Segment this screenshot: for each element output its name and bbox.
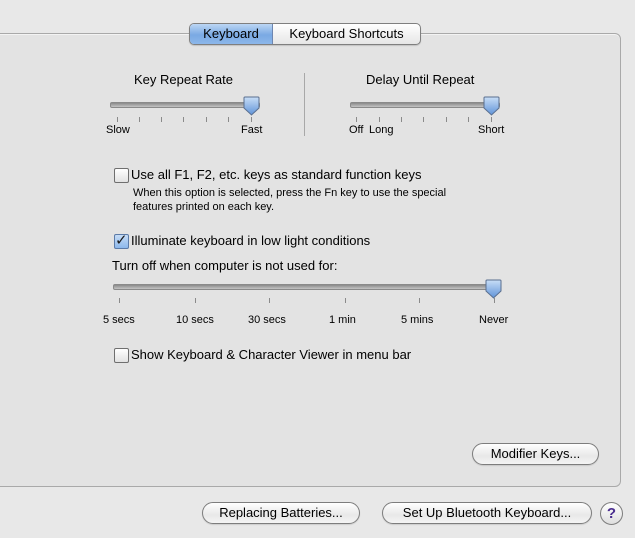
delay-repeat-tick bbox=[423, 117, 424, 122]
delay-repeat-tick bbox=[468, 117, 469, 122]
illuminate-checkbox[interactable]: ✓ bbox=[114, 232, 129, 249]
checkmark-icon: ✓ bbox=[115, 232, 128, 249]
key-repeat-rate-title: Key Repeat Rate bbox=[134, 72, 234, 87]
turn-off-tick bbox=[195, 298, 196, 303]
delay-long-label: Long bbox=[369, 124, 394, 136]
keyboard-viewer-checkbox[interactable] bbox=[114, 348, 129, 363]
setup-bluetooth-keyboard-button[interactable]: Set Up Bluetooth Keyboard... bbox=[382, 502, 592, 524]
tab-bar: Keyboard Keyboard Shortcuts bbox=[189, 23, 421, 45]
turn-off-tick bbox=[119, 298, 120, 303]
delay-repeat-tick bbox=[491, 117, 492, 122]
turn-off-tick bbox=[269, 298, 270, 303]
turn-off-tick-label: 5 mins bbox=[401, 314, 434, 326]
delay-repeat-slider-track[interactable] bbox=[350, 102, 500, 108]
key-repeat-slow-label: Slow bbox=[106, 124, 130, 136]
turn-off-tick-label: Never bbox=[479, 314, 509, 326]
key-repeat-slider-thumb[interactable] bbox=[243, 96, 260, 116]
section-divider bbox=[304, 73, 305, 136]
turn-off-tick-label: 10 secs bbox=[176, 314, 214, 326]
fn-keys-description-line1: When this option is selected, press the … bbox=[133, 187, 447, 199]
turn-off-tick bbox=[345, 298, 346, 303]
fn-keys-checkbox[interactable] bbox=[114, 168, 129, 183]
tab-keyboard-shortcuts[interactable]: Keyboard Shortcuts bbox=[273, 24, 420, 44]
delay-repeat-tick bbox=[356, 117, 357, 122]
turn-off-tick bbox=[419, 298, 420, 303]
turn-off-tick-label: 1 min bbox=[329, 314, 356, 326]
delay-repeat-tick bbox=[401, 117, 402, 122]
delay-repeat-slider-thumb[interactable] bbox=[483, 96, 500, 116]
help-button[interactable]: ? bbox=[600, 502, 623, 525]
delay-repeat-tick bbox=[446, 117, 447, 122]
key-repeat-tick bbox=[139, 117, 140, 122]
key-repeat-fast-label: Fast bbox=[241, 124, 263, 136]
delay-short-label: Short bbox=[478, 124, 505, 136]
modifier-keys-button[interactable]: Modifier Keys... bbox=[472, 443, 599, 465]
delay-off-label: Off bbox=[349, 124, 364, 136]
illuminate-label[interactable]: Illuminate keyboard in low light conditi… bbox=[131, 233, 370, 248]
turn-off-slider-thumb[interactable] bbox=[485, 279, 502, 299]
key-repeat-tick bbox=[206, 117, 207, 122]
tab-keyboard[interactable]: Keyboard bbox=[190, 24, 273, 44]
fn-keys-label[interactable]: Use all F1, F2, etc. keys as standard fu… bbox=[131, 167, 421, 182]
turn-off-label: Turn off when computer is not used for: bbox=[112, 258, 338, 273]
delay-until-repeat-title: Delay Until Repeat bbox=[366, 72, 475, 87]
key-repeat-tick bbox=[161, 117, 162, 122]
keyboard-viewer-label[interactable]: Show Keyboard & Character Viewer in menu… bbox=[131, 347, 411, 362]
turn-off-slider-track[interactable] bbox=[113, 284, 501, 290]
delay-repeat-tick bbox=[379, 117, 380, 122]
turn-off-tick-label: 30 secs bbox=[248, 314, 286, 326]
key-repeat-tick bbox=[228, 117, 229, 122]
fn-keys-description-line2: features printed on each key. bbox=[133, 201, 275, 213]
key-repeat-tick bbox=[117, 117, 118, 122]
key-repeat-tick bbox=[251, 117, 252, 122]
turn-off-tick-label: 5 secs bbox=[103, 314, 135, 326]
replacing-batteries-button[interactable]: Replacing Batteries... bbox=[202, 502, 360, 524]
key-repeat-tick bbox=[183, 117, 184, 122]
key-repeat-slider-track[interactable] bbox=[110, 102, 260, 108]
